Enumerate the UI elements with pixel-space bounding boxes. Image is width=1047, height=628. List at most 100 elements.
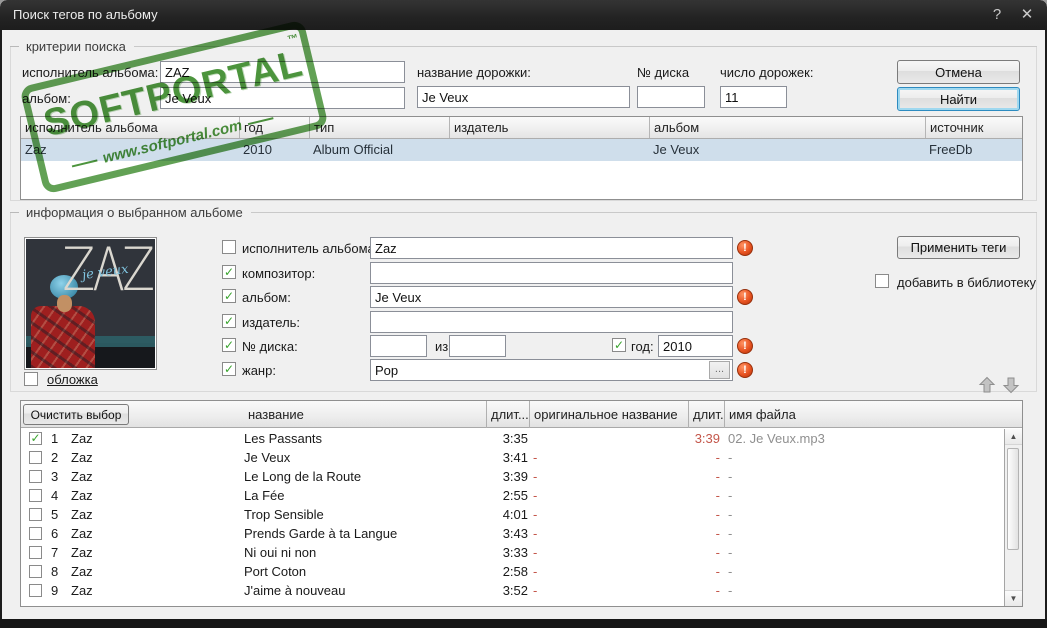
- result-album: Je Veux: [653, 142, 700, 157]
- track-checkbox[interactable]: [29, 432, 42, 445]
- track-checkbox[interactable]: [29, 489, 42, 502]
- track-title: Les Passants: [244, 431, 323, 446]
- album-info-caption: информация о выбранном альбоме: [10, 205, 1037, 220]
- scroll-up-icon[interactable]: ▲: [1005, 429, 1022, 445]
- results-col-year[interactable]: год: [239, 117, 309, 138]
- find-button[interactable]: Найти: [897, 87, 1020, 111]
- results-col-type[interactable]: тип: [309, 117, 449, 138]
- artist-label: исполнитель альбома:: [242, 241, 379, 256]
- track-title-search-input[interactable]: [417, 86, 630, 108]
- track-col-duration[interactable]: длит...: [486, 401, 529, 428]
- results-col-publisher[interactable]: издатель: [449, 117, 649, 138]
- composer-checkbox[interactable]: [222, 265, 236, 279]
- track-duration2: -: [715, 545, 720, 560]
- track-duration2: 3:39: [694, 431, 720, 446]
- track-checkbox[interactable]: [29, 565, 42, 578]
- track-row[interactable]: 3 Zaz Le Long de la Route 3:39 - - -: [21, 467, 1004, 486]
- composer-input[interactable]: [370, 262, 733, 284]
- move-up-icon[interactable]: [978, 376, 996, 394]
- track-row[interactable]: 8 Zaz Port Coton 2:58 - - -: [21, 562, 1004, 581]
- result-row-selected[interactable]: Zaz 2010 Album Official Je Veux FreeDb: [21, 139, 1022, 161]
- add-to-library-checkbox[interactable]: [875, 274, 889, 288]
- genre-checkbox[interactable]: [222, 362, 236, 376]
- year-input[interactable]: [658, 335, 733, 357]
- track-row[interactable]: 2 Zaz Je Veux 3:41 - - -: [21, 448, 1004, 467]
- track-duration: 2:58: [502, 564, 528, 579]
- scroll-down-icon[interactable]: ▼: [1005, 590, 1022, 606]
- disc-number-input[interactable]: [370, 335, 427, 357]
- track-checkbox[interactable]: [29, 508, 42, 521]
- track-checkbox[interactable]: [29, 451, 42, 464]
- title-bar[interactable]: Поиск тегов по альбому ? ✕: [0, 0, 1047, 30]
- track-number: 5: [51, 507, 59, 522]
- track-original-title: -: [533, 545, 538, 560]
- disc-total-input[interactable]: [449, 335, 506, 357]
- clear-selection-button[interactable]: Очистить выбор: [23, 404, 129, 425]
- track-filename: -: [728, 583, 733, 598]
- track-title: La Fée: [244, 488, 285, 503]
- track-col-duration2[interactable]: длит...: [688, 401, 724, 428]
- cover-link[interactable]: обложка: [47, 372, 98, 387]
- cancel-button[interactable]: Отмена: [897, 60, 1020, 84]
- track-row[interactable]: 1 Zaz Les Passants 3:35 3:39 02. Je Veux…: [21, 429, 1004, 448]
- disc-number-checkbox[interactable]: [222, 338, 236, 352]
- track-col-original-title[interactable]: оригинальное название: [529, 401, 688, 428]
- album-warning-icon: [737, 289, 753, 305]
- genre-browse-button[interactable]: ...: [709, 361, 730, 379]
- track-duration2: -: [715, 450, 720, 465]
- scrollbar-thumb[interactable]: [1007, 448, 1019, 550]
- publisher-input[interactable]: [370, 311, 733, 333]
- track-count-input[interactable]: [720, 86, 787, 108]
- track-duration: 4:01: [502, 507, 528, 522]
- close-icon[interactable]: ✕: [1016, 0, 1038, 30]
- results-col-source[interactable]: источник: [925, 117, 1022, 138]
- track-checkbox[interactable]: [29, 584, 42, 597]
- move-down-icon[interactable]: [1002, 376, 1020, 394]
- track-original-title: -: [533, 488, 538, 503]
- track-original-title: -: [533, 450, 538, 465]
- track-filename: -: [728, 450, 733, 465]
- results-col-album-artist[interactable]: исполнитель альбома: [21, 117, 239, 138]
- track-title: Le Long de la Route: [244, 469, 362, 484]
- album-checkbox[interactable]: [222, 289, 236, 303]
- track-row[interactable]: 7 Zaz Ni oui ni non 3:33 - - -: [21, 543, 1004, 562]
- album-artist-search-input[interactable]: [160, 61, 405, 83]
- track-checkbox[interactable]: [29, 527, 42, 540]
- track-artist: Zaz: [71, 545, 93, 560]
- track-col-filename[interactable]: имя файла: [724, 401, 1022, 428]
- window-border-left: [0, 30, 2, 628]
- genre-input[interactable]: [370, 359, 733, 381]
- artist-checkbox[interactable]: [222, 240, 236, 254]
- track-filename: -: [728, 507, 733, 522]
- track-artist: Zaz: [71, 526, 93, 541]
- year-label: год:: [631, 339, 654, 354]
- artist-input[interactable]: [370, 237, 733, 259]
- track-checkbox[interactable]: [29, 470, 42, 483]
- album-cover-art: ZAZ je veux: [26, 239, 155, 368]
- track-row[interactable]: 6 Zaz Prends Garde à ta Langue 3:43 - - …: [21, 524, 1004, 543]
- album-search-input[interactable]: [160, 87, 405, 109]
- track-duration: 3:52: [502, 583, 528, 598]
- album-cover-image: ZAZ je veux: [24, 237, 157, 370]
- album-input[interactable]: [370, 286, 733, 308]
- cover-checkbox[interactable]: [24, 372, 38, 386]
- year-checkbox[interactable]: [612, 338, 626, 352]
- track-filename: -: [728, 545, 733, 560]
- disc-of-label: из: [435, 339, 449, 354]
- add-to-library-label: добавить в библиотеку: [897, 275, 1036, 290]
- publisher-checkbox[interactable]: [222, 314, 236, 328]
- window-border-bottom: [0, 619, 1047, 628]
- track-list-scrollbar[interactable]: ▲ ▼: [1004, 429, 1022, 606]
- album-search-label: альбом:: [22, 91, 71, 106]
- track-row[interactable]: 5 Zaz Trop Sensible 4:01 - - -: [21, 505, 1004, 524]
- help-icon[interactable]: ?: [986, 0, 1008, 30]
- window-title: Поиск тегов по альбому: [13, 7, 158, 22]
- disc-number-search-input[interactable]: [637, 86, 705, 108]
- track-row[interactable]: 4 Zaz La Fée 2:55 - - -: [21, 486, 1004, 505]
- results-col-album[interactable]: альбом: [649, 117, 925, 138]
- genre-warning-icon: [737, 362, 753, 378]
- track-col-title[interactable]: название: [244, 401, 486, 428]
- track-row[interactable]: 9 Zaz J'aime à nouveau 3:52 - - -: [21, 581, 1004, 600]
- track-checkbox[interactable]: [29, 546, 42, 559]
- apply-tags-button[interactable]: Применить теги: [897, 236, 1020, 259]
